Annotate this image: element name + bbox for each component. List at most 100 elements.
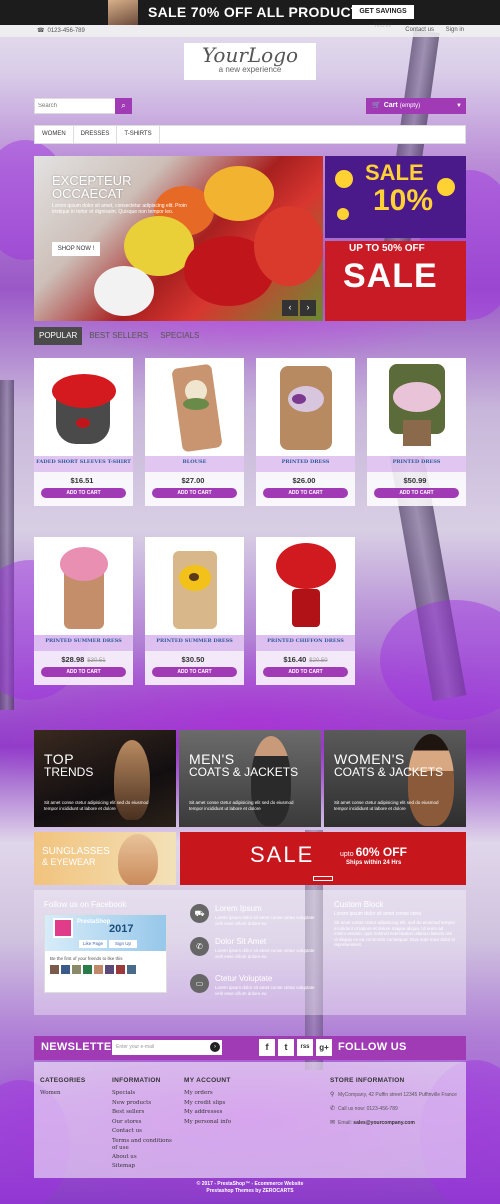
facebook-widget[interactable]: PrestaShop 2017 Like Page Sign Up Be the…: [44, 914, 167, 993]
product-name[interactable]: PRINTED DRESS: [256, 459, 355, 465]
add-to-cart-button[interactable]: ADD TO CART: [263, 488, 348, 498]
product-card[interactable]: PRINTED SUMMER DRESS $28.98 $30.51 ADD TO…: [34, 537, 133, 685]
cart-button[interactable]: 🛒 Cart (empty) ▼: [366, 98, 466, 114]
product-card[interactable]: PRINTED CHIFFON DRESS $16.40 $20.50 ADD T…: [256, 537, 355, 685]
shop-now-button[interactable]: SHOP NOW !: [52, 242, 100, 256]
home-slider: EXCEPTEUR OCCAECAT Lorem ipsum dolor sit …: [34, 156, 323, 321]
search-icon[interactable]: ⌕: [115, 98, 132, 114]
promo-desc: Sit amet conse ctetur adipisicing elit s…: [334, 800, 439, 811]
product-name[interactable]: FADED SHORT SLEEVES T-SHIRT: [34, 459, 133, 465]
store-email-link[interactable]: sales@yourcompany.com: [353, 1120, 414, 1126]
add-to-cart-button[interactable]: ADD TO CART: [41, 667, 126, 677]
sale-60-banner[interactable]: SALE upto 60% OFF Ships within 24 Hrs: [180, 832, 466, 885]
footer-link[interactable]: New products: [112, 1099, 176, 1109]
facebook-page-name: PrestaShop: [77, 919, 111, 925]
info-panel: Follow us on Facebook PrestaShop 2017 Li…: [34, 890, 466, 1015]
avatar: [127, 965, 136, 974]
facebook-icon[interactable]: f: [259, 1039, 275, 1056]
newsletter-email-input[interactable]: Enter your e-mail: [112, 1040, 222, 1055]
add-to-cart-button[interactable]: ADD TO CART: [263, 667, 348, 677]
footer-heading: STORE INFORMATION: [330, 1077, 405, 1084]
add-to-cart-button[interactable]: ADD TO CART: [374, 488, 459, 498]
product-name[interactable]: PRINTED DRESS: [367, 459, 466, 465]
promo-womens-coats[interactable]: WOMEN'S COATS & JACKETS Sit amet conse c…: [324, 730, 466, 827]
truck-icon: ⛟: [190, 904, 209, 923]
promo-top-trends[interactable]: TOP TRENDS Sit amet conse ctetur adipisi…: [34, 730, 176, 827]
like-page-button[interactable]: Like Page: [79, 940, 107, 948]
promo-title: WOMEN'S: [334, 751, 405, 767]
promo-subtitle: TRENDS: [44, 765, 94, 779]
footer-link[interactable]: Best sellers: [112, 1108, 176, 1118]
slider-prev-button[interactable]: ‹: [282, 300, 298, 316]
service-title: Dolor Sit Amet: [215, 937, 267, 946]
rss-icon[interactable]: rss: [297, 1039, 313, 1056]
product-name[interactable]: PRINTED SUMMER DRESS: [145, 638, 244, 644]
add-to-cart-button[interactable]: ADD TO CART: [41, 488, 126, 498]
site-logo[interactable]: YourLogo a new experience: [184, 43, 316, 80]
footer-link[interactable]: Our stores: [112, 1118, 176, 1128]
product-name[interactable]: PRINTED SUMMER DRESS: [34, 638, 133, 644]
search-input[interactable]: [35, 99, 115, 113]
sign-up-button[interactable]: Sign Up: [109, 940, 137, 948]
footer-account: MY ACCOUNT My orders My credit slips My …: [184, 1077, 231, 1127]
ad2-upto: UP TO 50% OFF: [349, 243, 425, 254]
sunglasses-subtitle: & EYEWEAR: [42, 857, 96, 867]
product-name[interactable]: PRINTED CHIFFON DRESS: [256, 638, 355, 644]
sunglasses-banner[interactable]: SUNGLASSES & EYEWEAR: [34, 832, 176, 885]
sale-shop-button[interactable]: [313, 876, 333, 881]
product-image[interactable]: [145, 358, 244, 456]
tab-best-sellers[interactable]: BEST SELLERS: [84, 327, 153, 345]
tab-popular[interactable]: POPULAR: [34, 327, 83, 345]
product-card[interactable]: PRINTED SUMMER DRESS $30.50 ADD TO CART: [145, 537, 244, 685]
product-image[interactable]: [367, 358, 466, 456]
menu-item-dresses[interactable]: DRESSES: [74, 126, 118, 143]
footer-link[interactable]: Women: [40, 1089, 86, 1099]
footer-link[interactable]: Terms and conditions of use: [112, 1137, 176, 1153]
copyright-credit[interactable]: Prestashop Themes by ZEROCARTS: [34, 1188, 466, 1195]
newsletter-label: NEWSLETTER: [41, 1041, 120, 1053]
promo-title: MEN'S: [189, 751, 235, 767]
phone-icon: ☎: [37, 28, 45, 34]
add-to-cart-button[interactable]: ADD TO CART: [152, 667, 237, 677]
product-image[interactable]: [256, 537, 355, 635]
footer-link[interactable]: Specials: [112, 1089, 176, 1099]
footer-link[interactable]: Sitemap: [112, 1162, 176, 1172]
phone-info: ☎ 0123-456-789: [34, 27, 85, 34]
top-promo-banner[interactable]: SALE 70% OFF ALL PRODUCTS GET SAVINGS NO…: [0, 0, 500, 29]
footer-link[interactable]: My addresses: [184, 1108, 231, 1118]
arrow-right-icon[interactable]: ›: [210, 1042, 220, 1052]
signin-link[interactable]: Sign in: [446, 27, 464, 33]
service-title: Lorem Ipsum: [215, 904, 262, 913]
product-card[interactable]: PRINTED DRESS $26.00 ADD TO CART: [256, 358, 355, 506]
product-image[interactable]: [145, 537, 244, 635]
contact-link[interactable]: Contact us: [405, 27, 434, 33]
twitter-icon[interactable]: t: [278, 1039, 294, 1056]
menu-item-women[interactable]: WOMEN: [35, 126, 74, 143]
footer-information: INFORMATION Specials New products Best s…: [112, 1077, 176, 1172]
footer-link[interactable]: My personal info: [184, 1118, 231, 1128]
promo-mens-coats[interactable]: MEN'S COATS & JACKETS Sit amet conse cte…: [179, 730, 321, 827]
footer-heading: CATEGORIES: [40, 1077, 86, 1084]
product-image[interactable]: [256, 358, 355, 456]
sale-10-ad[interactable]: SALE 10%: [325, 156, 466, 238]
promo-subtitle: COATS & JACKETS: [334, 765, 444, 779]
sale-50-ad[interactable]: UP TO 50% OFF SALE: [325, 241, 466, 321]
product-name[interactable]: BLOUSE: [145, 459, 244, 465]
tab-specials[interactable]: SPECIALS: [155, 327, 204, 345]
menu-item-tshirts[interactable]: T-SHIRTS: [117, 126, 160, 143]
slider-next-button[interactable]: ›: [300, 300, 316, 316]
product-card[interactable]: BLOUSE $27.00 ADD TO CART: [145, 358, 244, 506]
footer-link[interactable]: Contact us: [112, 1127, 176, 1137]
google-plus-icon[interactable]: g+: [316, 1039, 332, 1056]
footer-link[interactable]: My orders: [184, 1089, 231, 1099]
slider-text: Lorem ipsum dolor sit amet, consectetur …: [52, 203, 187, 215]
footer-link[interactable]: About us: [112, 1153, 176, 1163]
product-image[interactable]: [34, 358, 133, 456]
footer-link[interactable]: My credit slips: [184, 1099, 231, 1109]
promo-desc: Sit amet conse ctetur adipisicing elit s…: [189, 800, 294, 811]
product-card[interactable]: PRINTED DRESS $50.99 ADD TO CART: [367, 358, 466, 506]
product-card[interactable]: FADED SHORT SLEEVES T-SHIRT $16.51 ADD T…: [34, 358, 133, 506]
add-to-cart-button[interactable]: ADD TO CART: [152, 488, 237, 498]
product-image[interactable]: [34, 537, 133, 635]
get-savings-button[interactable]: GET SAVINGS NOW: [352, 5, 414, 29]
